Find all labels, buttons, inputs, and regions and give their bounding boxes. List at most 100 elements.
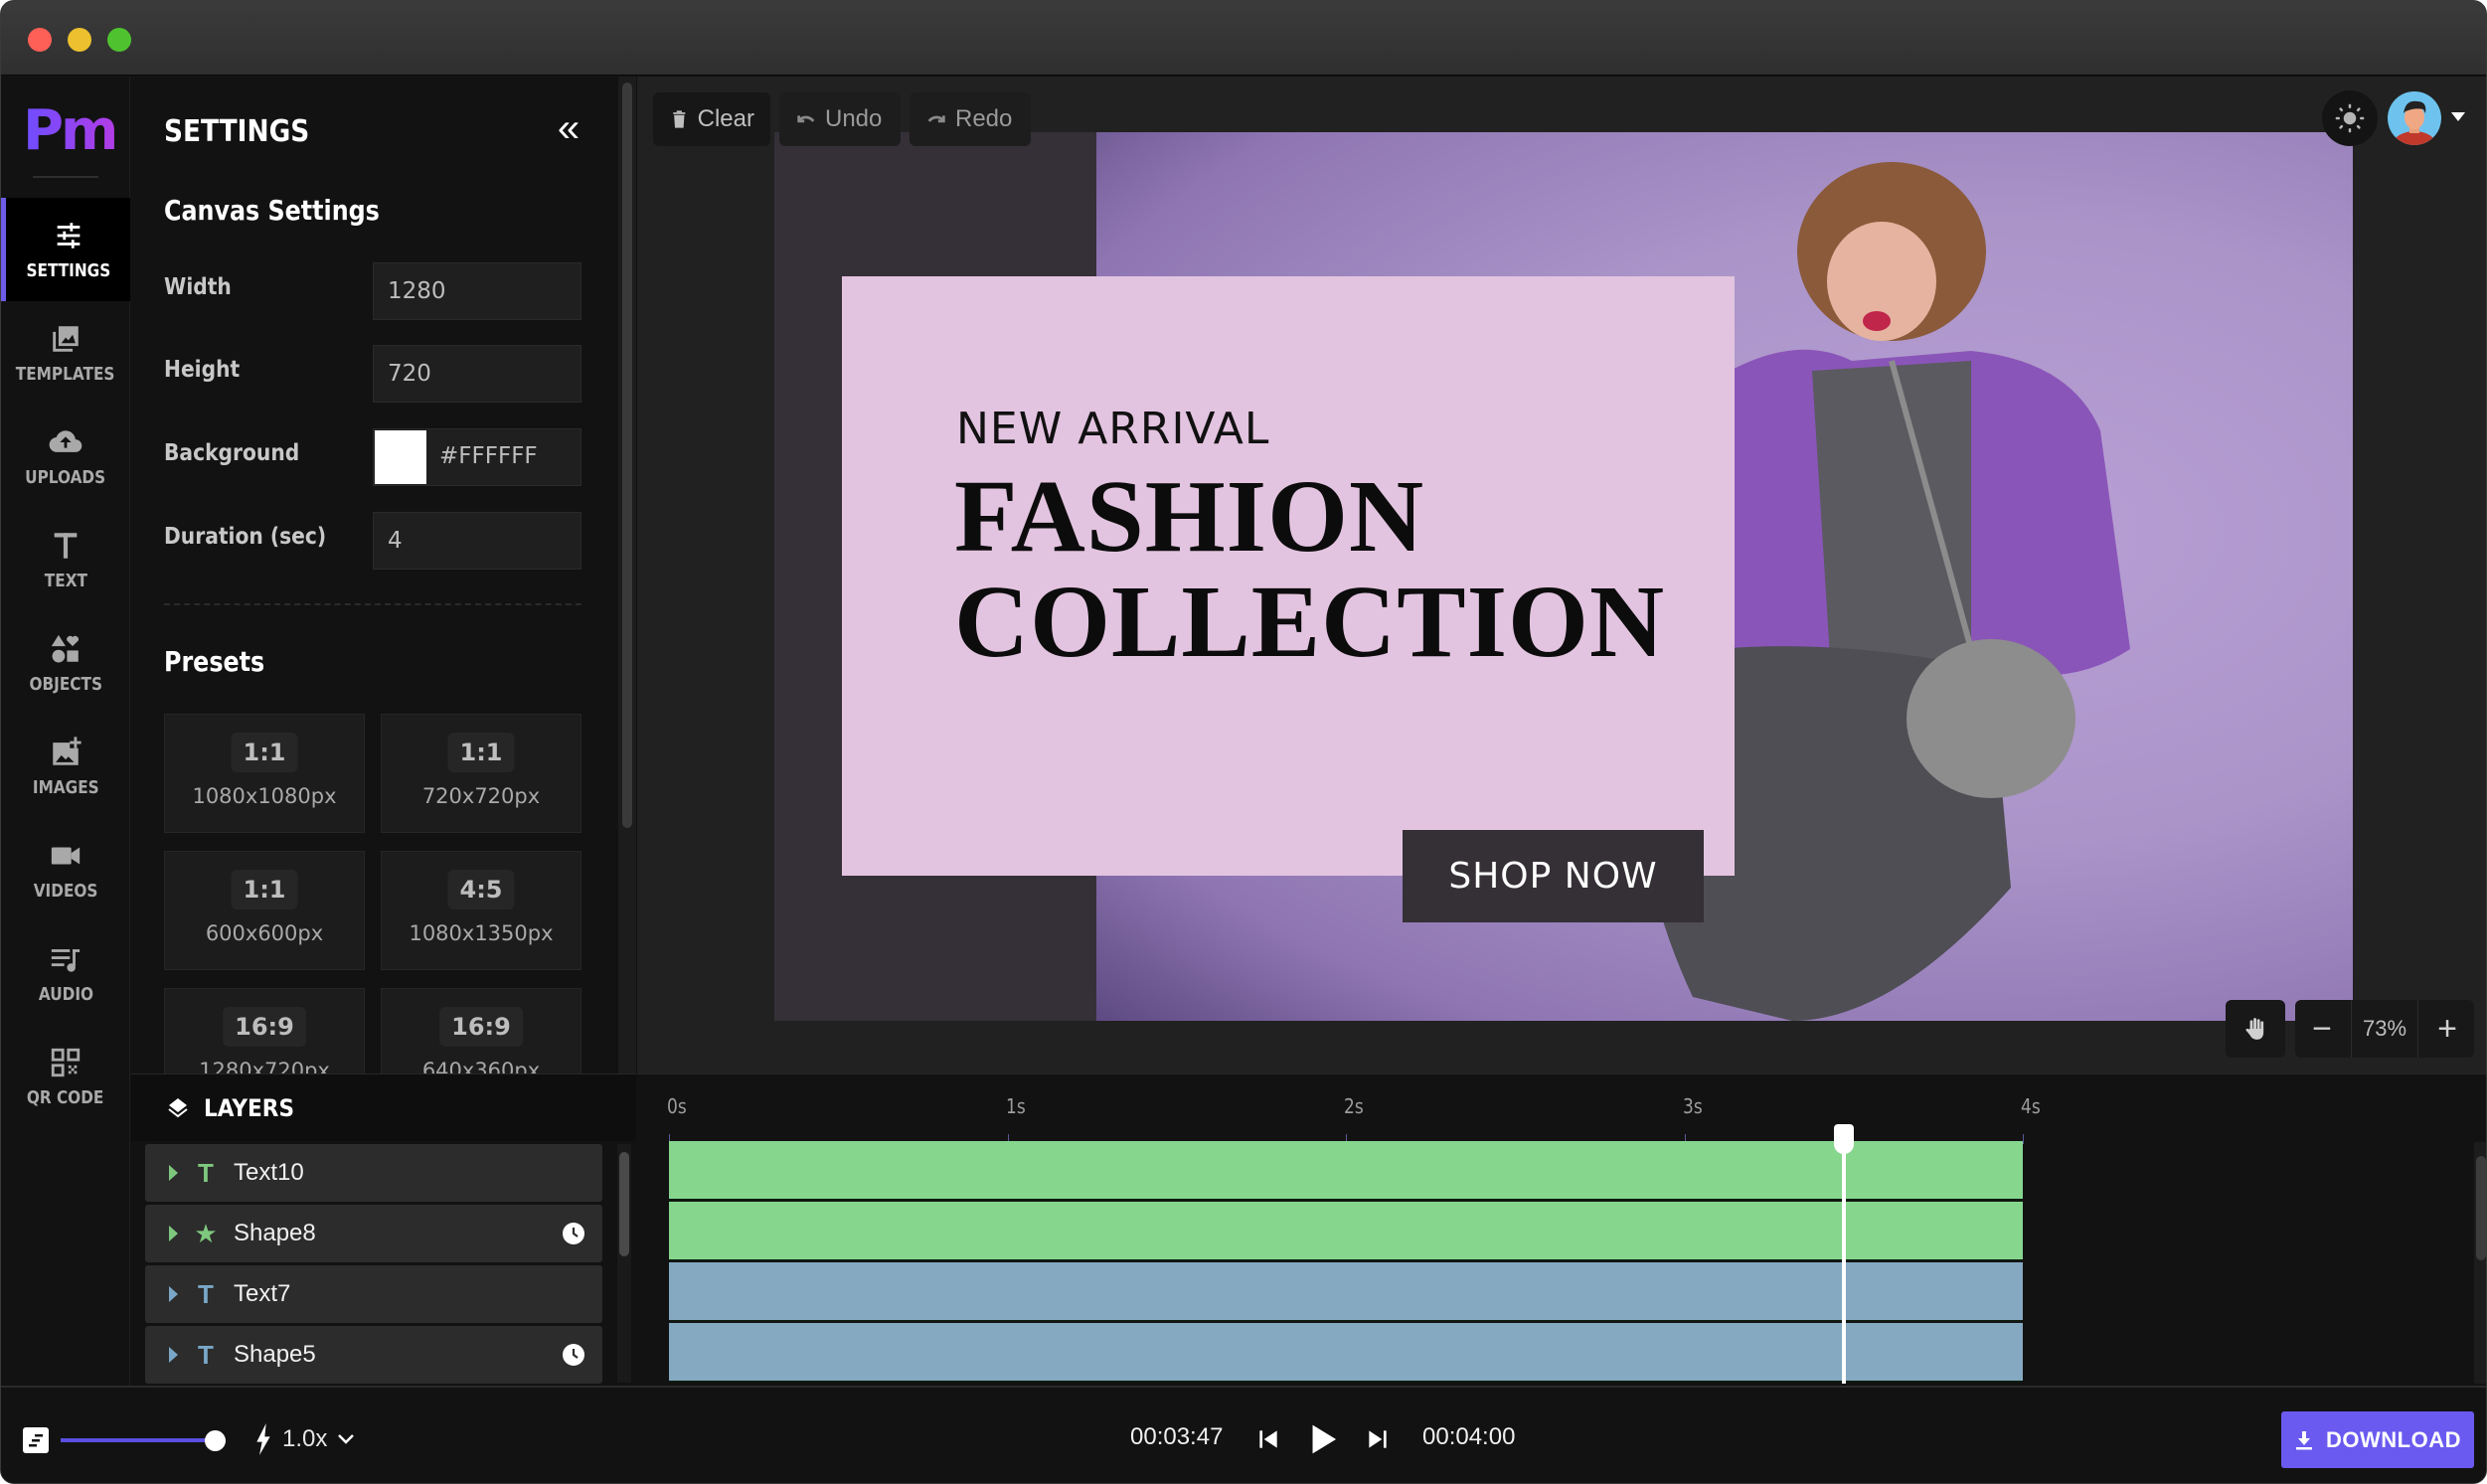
scrollbar-thumb[interactable] xyxy=(2476,1156,2486,1260)
zoom-out-button[interactable]: − xyxy=(2295,1000,2349,1058)
clock-icon[interactable] xyxy=(563,1223,584,1244)
layer-name: Shape8 xyxy=(234,1220,316,1246)
video-camera-icon xyxy=(49,839,83,873)
current-time: 00:03:47 xyxy=(1130,1423,1224,1450)
background-color-field[interactable]: #FFFFFF xyxy=(373,428,581,486)
timeline-clip[interactable] xyxy=(669,1323,2023,1383)
section-divider xyxy=(164,603,581,605)
nav-item-uploads[interactable]: UPLOADS xyxy=(1,405,130,508)
theme-toggle-button[interactable] xyxy=(2322,90,2378,146)
slider-handle[interactable] xyxy=(205,1430,226,1451)
design-canvas[interactable]: NEW ARRIVAL FASHION COLLECTION SHOP NOW xyxy=(774,132,2353,1021)
zoom-in-button[interactable]: + xyxy=(2420,1000,2474,1058)
layers-scrollbar[interactable] xyxy=(617,1144,631,1383)
nav-label: UPLOADS xyxy=(25,466,106,488)
timeline-scrollbar[interactable] xyxy=(2474,1142,2486,1384)
play-button[interactable] xyxy=(1301,1417,1345,1461)
clock-icon[interactable] xyxy=(563,1344,584,1366)
maximize-window-button[interactable] xyxy=(107,28,131,52)
nav-item-qr-code[interactable]: QR CODE xyxy=(1,1025,130,1128)
layers-title: LAYERS xyxy=(204,1093,294,1122)
close-window-button[interactable] xyxy=(28,28,52,52)
shop-now-button[interactable]: SHOP NOW xyxy=(1403,830,1704,922)
preset-card[interactable]: 4:5 1080x1350px xyxy=(381,851,581,970)
timeline-scale-slider[interactable] xyxy=(61,1438,210,1442)
undo-button[interactable]: Undo xyxy=(779,92,901,146)
trash-icon xyxy=(673,110,686,128)
preset-card[interactable]: 1:1 720x720px xyxy=(381,714,581,833)
nav-label: AUDIO xyxy=(38,983,93,1005)
playhead-handle[interactable] xyxy=(1833,1124,1854,1154)
timeline-clip[interactable] xyxy=(669,1202,2023,1261)
playback-speed-dropdown[interactable]: 1.0x xyxy=(254,1417,355,1461)
nav-item-objects[interactable]: OBJECTS xyxy=(1,611,130,715)
height-label: Height xyxy=(164,357,241,383)
playhead-line[interactable] xyxy=(1841,1130,1846,1384)
nav-item-audio[interactable]: AUDIO xyxy=(1,921,130,1025)
sliders-icon xyxy=(52,219,85,252)
skip-to-start-button[interactable] xyxy=(1246,1417,1290,1461)
headline-line-1[interactable]: FASHION xyxy=(954,465,1424,569)
shapes-icon xyxy=(49,632,83,666)
pan-tool-button[interactable] xyxy=(2226,1000,2285,1058)
background-color-swatch[interactable] xyxy=(375,430,426,484)
expand-caret-icon[interactable] xyxy=(169,1347,178,1363)
layer-name: Text7 xyxy=(234,1280,291,1307)
expand-caret-icon[interactable] xyxy=(169,1286,178,1302)
nav-item-settings[interactable]: SETTINGS xyxy=(1,198,130,301)
skip-to-end-button[interactable] xyxy=(1356,1417,1400,1461)
account-menu-caret-icon[interactable] xyxy=(2451,112,2465,121)
layer-row[interactable]: T Text10 xyxy=(145,1144,602,1202)
redo-button[interactable]: Redo xyxy=(910,92,1031,146)
height-input[interactable] xyxy=(373,345,581,403)
tick-label: 3s xyxy=(1682,1094,1703,1118)
playback-speed-value: 1.0x xyxy=(282,1425,328,1452)
app-logo: Pm xyxy=(23,98,118,163)
expand-caret-icon[interactable] xyxy=(169,1226,178,1241)
background-label: Background xyxy=(164,440,300,466)
download-button[interactable]: DOWNLOAD xyxy=(2281,1411,2474,1468)
user-avatar[interactable] xyxy=(2388,91,2441,145)
nav-item-videos[interactable]: VIDEOS xyxy=(1,818,130,921)
undo-label: Undo xyxy=(825,105,883,132)
lightning-icon xyxy=(256,1423,270,1455)
preset-ratio: 1:1 xyxy=(447,733,515,772)
download-label: DOWNLOAD xyxy=(2326,1426,2461,1452)
promo-text-box[interactable]: NEW ARRIVAL FASHION COLLECTION xyxy=(842,276,1735,876)
nav-item-text[interactable]: TEXT xyxy=(1,508,130,611)
preset-ratio: 16:9 xyxy=(439,1007,523,1047)
text-layer-icon: T xyxy=(198,1278,214,1309)
scrollbar-thumb[interactable] xyxy=(622,82,632,828)
layers-header: LAYERS xyxy=(131,1073,636,1141)
zoom-controls: − 73% + xyxy=(2295,1000,2474,1058)
minimize-window-button[interactable] xyxy=(68,28,91,52)
nav-item-templates[interactable]: TEMPLATES xyxy=(1,301,130,405)
nav-item-images[interactable]: IMAGES xyxy=(1,715,130,818)
timeline-clip[interactable] xyxy=(669,1141,2023,1201)
headline-line-2[interactable]: COLLECTION xyxy=(954,571,1665,674)
layer-row[interactable]: T Text7 xyxy=(145,1265,602,1323)
timeline: 0s 1s 2s 3s 4s xyxy=(637,1073,2486,1386)
clear-button[interactable]: Clear xyxy=(653,92,770,146)
collapse-panel-button[interactable]: « xyxy=(549,108,588,150)
preset-card[interactable]: 1:1 1080x1080px xyxy=(164,714,365,833)
layer-row[interactable]: T Shape5 xyxy=(145,1326,602,1384)
timeline-clip[interactable] xyxy=(669,1262,2023,1322)
width-input[interactable] xyxy=(373,262,581,320)
settings-scrollbar[interactable] xyxy=(618,77,636,1073)
nav-label: SETTINGS xyxy=(26,259,110,281)
scrollbar-thumb[interactable] xyxy=(619,1152,629,1256)
skip-forward-icon xyxy=(1369,1430,1387,1448)
timeline-toggle-icon[interactable] xyxy=(23,1427,49,1453)
preset-card[interactable]: 16:9 640x360px xyxy=(381,988,581,1073)
tick-label: 1s xyxy=(1005,1094,1026,1118)
duration-input[interactable] xyxy=(373,512,581,570)
new-arrival-text[interactable]: NEW ARRIVAL xyxy=(956,404,1269,454)
tick-label: 0s xyxy=(667,1094,687,1118)
preset-card[interactable]: 16:9 1280x720px xyxy=(164,988,365,1073)
expand-caret-icon[interactable] xyxy=(169,1165,178,1181)
nav-label: QR CODE xyxy=(27,1086,104,1108)
preset-card[interactable]: 1:1 600x600px xyxy=(164,851,365,970)
undo-icon xyxy=(797,115,815,123)
layer-row[interactable]: ★ Shape8 xyxy=(145,1205,602,1262)
